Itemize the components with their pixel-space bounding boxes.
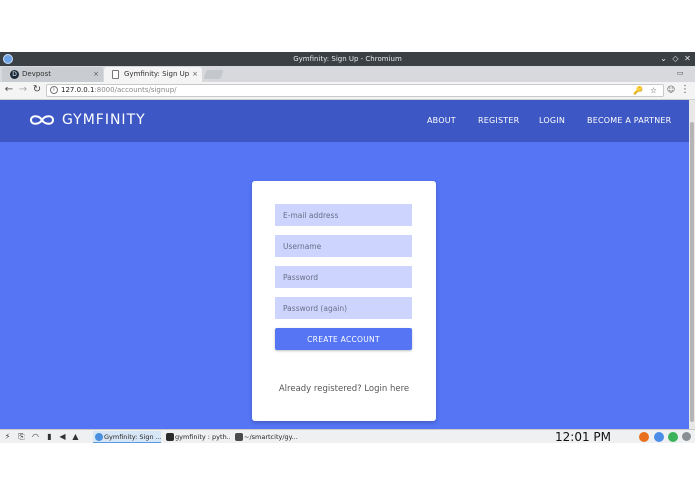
address-bar[interactable]: i 127.0.0.1:8000/accounts/signup/ 🔑 ☆ <box>46 84 664 97</box>
window-titlebar: Gymfinity: Sign Up - Chromium ⌄ ◇ ✕ <box>0 52 695 66</box>
menu-icon[interactable]: ⋮ <box>680 84 690 95</box>
page-icon <box>112 70 119 79</box>
forward-icon[interactable]: → <box>17 84 29 96</box>
wifi-icon[interactable]: ◠ <box>31 432 40 441</box>
reload-icon[interactable]: ↻ <box>31 84 43 96</box>
tray-expand-icon[interactable]: ▲ <box>71 432 80 441</box>
firefox-icon[interactable] <box>639 432 649 442</box>
create-account-button[interactable]: CREATE ACCOUNT <box>275 328 412 350</box>
screen: Gymfinity: Sign Up - Chromium ⌄ ◇ ✕ D De… <box>0 0 695 494</box>
tab-close-icon[interactable]: × <box>192 67 198 82</box>
chromium-launcher-icon[interactable] <box>654 432 664 442</box>
password-field[interactable] <box>275 266 412 288</box>
tab-label: Gymfinity: Sign Up <box>124 70 190 78</box>
power-icon[interactable]: ⚡ <box>3 432 12 441</box>
extension-icon[interactable]: ☺ <box>665 84 677 96</box>
login-link[interactable]: Already registered? Login here <box>252 384 436 394</box>
key-icon[interactable]: 🔑 <box>633 85 643 96</box>
page-viewport: GYMFINITY ABOUT REGISTER LOGIN BECOME A … <box>0 100 689 429</box>
devpost-icon: D <box>10 70 19 79</box>
browser-toolbar: ← → ↻ i 127.0.0.1:8000/accounts/signup/ … <box>0 82 695 100</box>
nav-register[interactable]: REGISTER <box>478 116 519 125</box>
username-field[interactable] <box>275 235 412 257</box>
taskbar: ⚡ ⎘ ◠ ▮ ◀ ▲ Gymfinity: Sign ... gymfinit… <box>0 429 695 444</box>
tab-gymfinity-signup[interactable]: Gymfinity: Sign Up × <box>104 67 202 82</box>
task-chromium[interactable]: Gymfinity: Sign ... <box>93 431 161 443</box>
page-scrollbar[interactable] <box>689 100 695 429</box>
new-tab-button[interactable] <box>203 70 224 79</box>
brand-name: GYMFINITY <box>62 112 146 128</box>
password-again-field[interactable] <box>275 297 412 319</box>
url-host: 127.0.0.1 <box>61 86 95 94</box>
nav-become-partner[interactable]: BECOME A PARTNER <box>587 116 671 125</box>
tab-devpost[interactable]: D Devpost × <box>2 67 103 82</box>
clipboard-icon[interactable]: ⎘ <box>17 432 26 441</box>
task-label: ~/smartcity/gy... <box>244 433 298 441</box>
star-icon[interactable]: ☆ <box>650 85 657 96</box>
task-terminal-2[interactable]: ~/smartcity/gy... <box>233 431 299 443</box>
task-label: gymfinity : pyth... <box>175 433 230 441</box>
terminal-icon <box>235 433 243 441</box>
tab-label: Devpost <box>22 70 51 78</box>
clock[interactable]: 12:01 PM <box>555 430 611 444</box>
user-profile-icon[interactable]: ▭ <box>677 69 689 78</box>
minimize-icon[interactable]: ⌄ <box>658 53 669 64</box>
info-icon[interactable]: i <box>50 86 58 94</box>
maximize-icon[interactable]: ◇ <box>670 53 681 64</box>
task-label: Gymfinity: Sign ... <box>104 433 161 441</box>
site-navbar: GYMFINITY ABOUT REGISTER LOGIN BECOME A … <box>0 100 689 142</box>
settings-icon[interactable] <box>682 432 691 441</box>
close-window-icon[interactable]: ✕ <box>682 53 693 64</box>
back-icon[interactable]: ← <box>3 84 15 96</box>
signup-card: CREATE ACCOUNT Already registered? Login… <box>252 181 436 421</box>
site-logo[interactable]: GYMFINITY <box>28 109 146 131</box>
infinity-icon <box>29 115 55 125</box>
battery-icon[interactable]: ▮ <box>45 432 54 441</box>
nav-login[interactable]: LOGIN <box>539 116 565 125</box>
task-terminal[interactable]: gymfinity : pyth... <box>164 431 230 443</box>
app-launcher-icon[interactable] <box>668 432 678 442</box>
url-path: :8000/accounts/signup/ <box>94 86 177 94</box>
scrollbar-thumb[interactable] <box>690 122 694 422</box>
terminal-icon <box>166 433 174 441</box>
tab-strip: D Devpost × Gymfinity: Sign Up × ▭ <box>0 66 695 82</box>
nav-about[interactable]: ABOUT <box>427 116 456 125</box>
chromium-icon <box>95 433 103 441</box>
tab-close-icon[interactable]: × <box>93 67 99 82</box>
email-field[interactable] <box>275 204 412 226</box>
window-title: Gymfinity: Sign Up - Chromium <box>293 55 402 63</box>
volume-icon[interactable]: ◀ <box>58 432 67 441</box>
